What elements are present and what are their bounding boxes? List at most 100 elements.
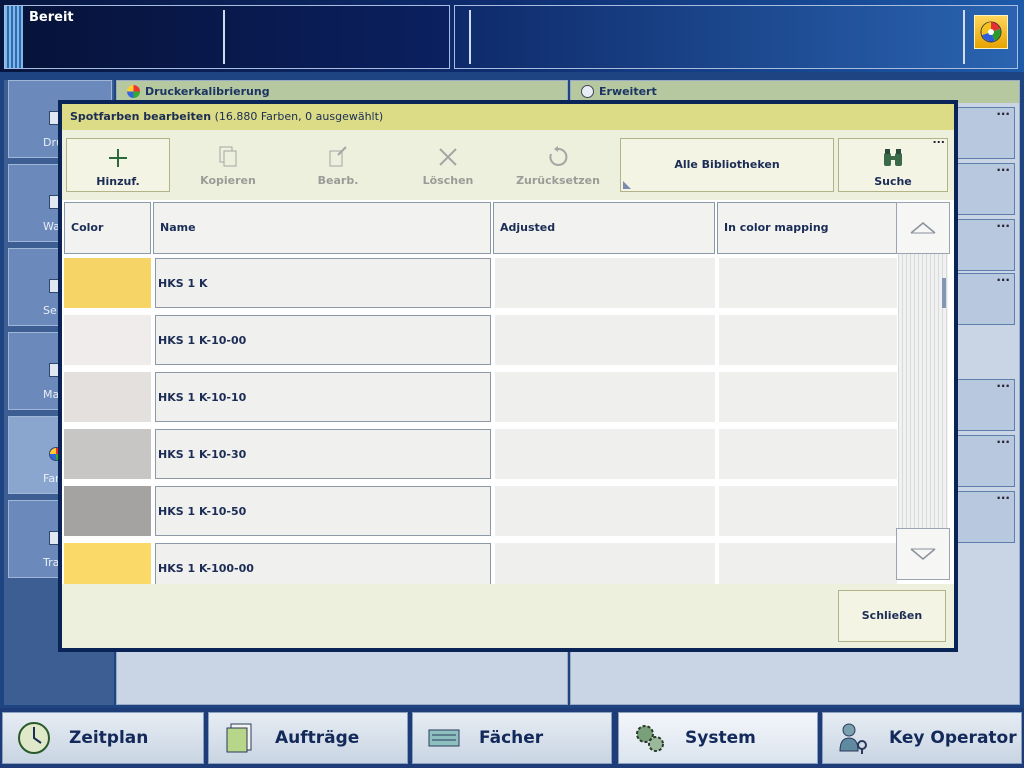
add-button[interactable]: Hinzuf. <box>66 138 170 192</box>
spot-color-name: HKS 1 K-10-00 <box>155 315 491 365</box>
tab-key-operator[interactable]: Key Operator <box>822 712 1022 764</box>
main-tab-bar: Zeitplan Aufträge Fächer System Key Oper… <box>0 708 1024 768</box>
spot-color-name: HKS 1 K-10-50 <box>155 486 491 536</box>
status-indicator <box>5 6 23 68</box>
scroll-thumb[interactable] <box>942 278 946 308</box>
tab-label: Aufträge <box>275 728 360 748</box>
column-header-color[interactable]: Color <box>64 202 151 254</box>
color-swatch <box>64 429 151 479</box>
panel-title: Druckerkalibrierung <box>145 85 270 98</box>
jobs-icon <box>223 721 257 755</box>
tab-label: Fächer <box>479 728 544 748</box>
color-wheel-icon <box>127 85 140 98</box>
copy-icon <box>176 144 280 170</box>
adjusted-cell <box>495 372 715 422</box>
delete-button[interactable]: Löschen <box>396 138 500 192</box>
table-row[interactable]: HKS 1 K-10-50 <box>62 486 954 538</box>
dropdown-corner-icon <box>623 181 631 189</box>
nav-item-label: Se <box>43 304 57 317</box>
table-row[interactable]: HKS 1 K-10-30 <box>62 429 954 481</box>
close-button[interactable]: Schließen <box>838 590 946 642</box>
column-header-mapping[interactable]: In color mapping <box>717 202 897 254</box>
edit-button-label: Bearb. <box>317 174 359 187</box>
spot-color-table: Color Name Adjusted In color mapping HKS… <box>62 200 954 584</box>
chevron-down-icon <box>910 548 936 560</box>
more-options: ... <box>932 133 945 146</box>
add-button-label: Hinzuf. <box>96 175 140 188</box>
color-wheel-icon <box>980 21 1002 43</box>
spot-color-name: HKS 1 K-100-00 <box>155 543 491 584</box>
spot-colors-dialog: Spotfarben bearbeiten (16.880 Farben, 0 … <box>58 100 958 652</box>
adjusted-cell <box>495 543 715 584</box>
spot-color-name: HKS 1 K-10-30 <box>155 429 491 479</box>
tab-label: Key Operator <box>889 728 1017 748</box>
libraries-label: Alle Bibliotheken <box>674 158 780 171</box>
adjusted-cell <box>495 258 715 308</box>
adjusted-cell <box>495 486 715 536</box>
mapping-cell <box>719 543 897 584</box>
divider <box>469 10 471 64</box>
status-bar: Bereit <box>0 0 1024 72</box>
column-header-adjusted[interactable]: Adjusted <box>493 202 715 254</box>
edit-button[interactable]: Bearb. <box>286 138 390 192</box>
vertical-scrollbar[interactable] <box>896 202 950 584</box>
reset-button[interactable]: Zurücksetzen <box>506 138 610 192</box>
delete-icon <box>396 144 500 170</box>
chevron-up-icon <box>910 222 936 234</box>
search-button-label: Suche <box>874 175 912 188</box>
mapping-cell <box>719 486 897 536</box>
status-text: Bereit <box>29 10 74 25</box>
mapping-cell <box>719 315 897 365</box>
gears-icon <box>633 721 667 755</box>
color-swatch <box>64 543 151 584</box>
binoculars-icon <box>839 145 947 171</box>
message-panel <box>454 5 1018 69</box>
divider <box>963 10 965 64</box>
dialog-title: Spotfarben bearbeiten <box>70 110 212 123</box>
dialog-toolbar: Hinzuf. Kopieren Bearb. Löschen Zurückse… <box>62 130 954 196</box>
tab-jobs[interactable]: Aufträge <box>208 712 408 764</box>
color-swatch <box>64 486 151 536</box>
table-row[interactable]: HKS 1 K-100-00 <box>62 543 954 584</box>
dialog-subtitle: (16.880 Farben, 0 ausgewählt) <box>214 110 384 123</box>
clock-icon <box>17 721 51 755</box>
status-divider <box>223 10 225 64</box>
reset-icon <box>506 144 610 170</box>
mapping-cell <box>719 372 897 422</box>
scroll-up-button[interactable] <box>896 202 950 254</box>
table-row[interactable]: HKS 1 K <box>62 258 954 310</box>
tab-schedule[interactable]: Zeitplan <box>2 712 204 764</box>
trays-icon <box>427 721 461 755</box>
panel-title: Erweitert <box>599 85 657 98</box>
mapping-cell <box>719 429 897 479</box>
spot-color-name: HKS 1 K-10-10 <box>155 372 491 422</box>
spot-color-name: HKS 1 K <box>155 258 491 308</box>
color-swatch <box>64 372 151 422</box>
scroll-track[interactable] <box>898 254 948 528</box>
key-operator-icon <box>837 721 871 755</box>
tab-label: System <box>685 728 756 748</box>
copy-button[interactable]: Kopieren <box>176 138 280 192</box>
tab-system[interactable]: System <box>618 712 818 764</box>
scroll-down-button[interactable] <box>896 528 950 580</box>
adjusted-cell <box>495 429 715 479</box>
status-panel[interactable]: Bereit <box>4 5 450 69</box>
copy-button-label: Kopieren <box>200 174 256 187</box>
tab-label: Zeitplan <box>69 728 149 748</box>
edit-icon <box>286 144 390 170</box>
color-management-button[interactable] <box>974 15 1008 49</box>
adjusted-cell <box>495 315 715 365</box>
reset-button-label: Zurücksetzen <box>516 174 600 187</box>
libraries-dropdown[interactable]: Alle Bibliotheken <box>620 138 834 192</box>
hand-icon <box>581 85 594 98</box>
mapping-cell <box>719 258 897 308</box>
column-header-name[interactable]: Name <box>153 202 491 254</box>
search-button[interactable]: ... Suche <box>838 133 948 192</box>
color-swatch <box>64 258 151 308</box>
tab-trays[interactable]: Fächer <box>412 712 612 764</box>
table-row[interactable]: HKS 1 K-10-10 <box>62 372 954 424</box>
delete-button-label: Löschen <box>422 174 474 187</box>
color-swatch <box>64 315 151 365</box>
table-row[interactable]: HKS 1 K-10-00 <box>62 315 954 367</box>
dialog-title-bar: Spotfarben bearbeiten (16.880 Farben, 0 … <box>62 104 954 130</box>
